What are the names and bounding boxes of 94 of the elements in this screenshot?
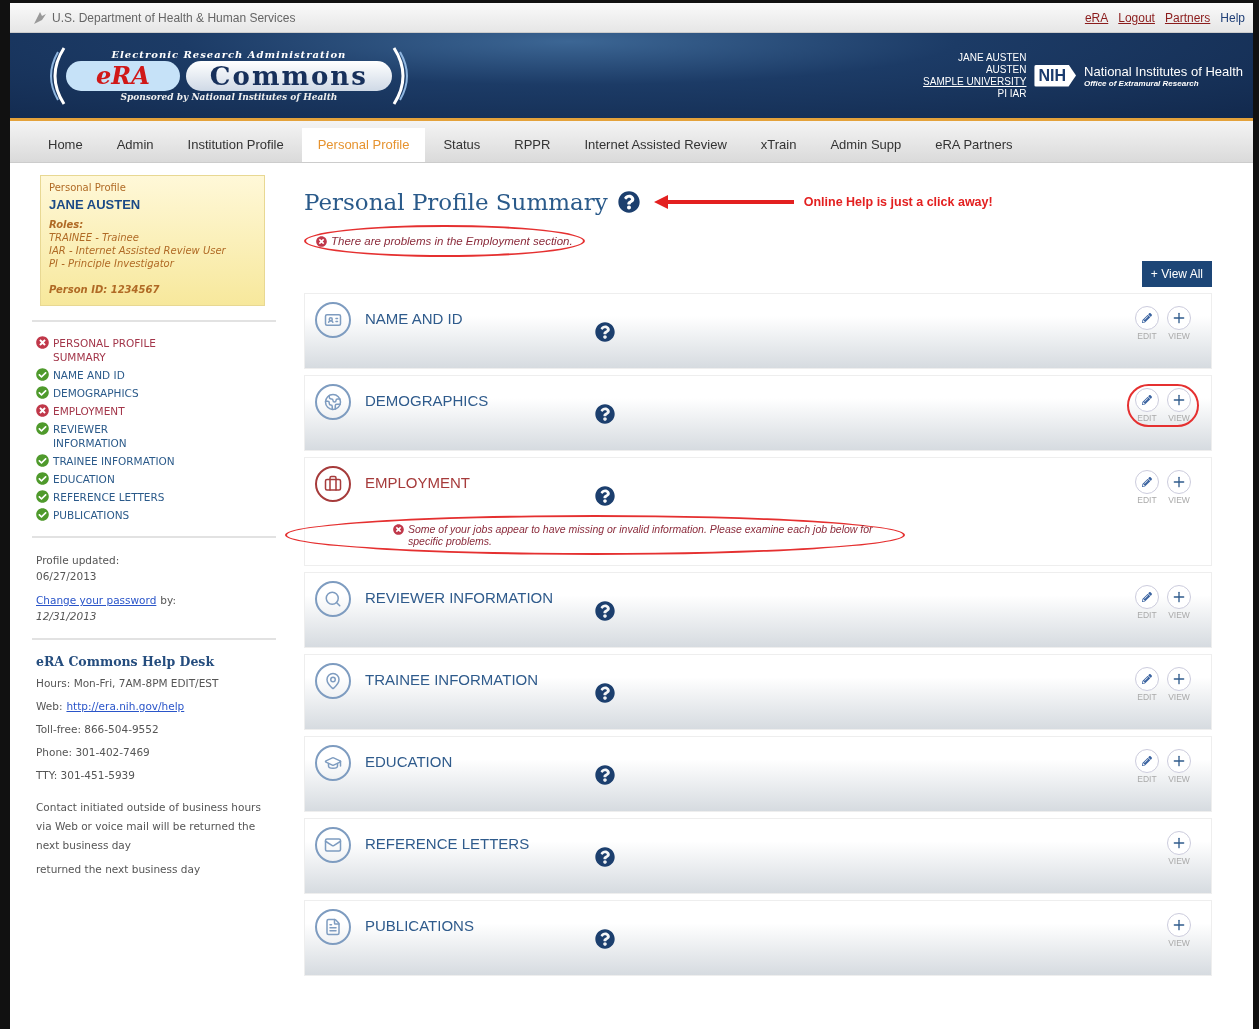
- help-icon[interactable]: [617, 191, 640, 213]
- plus-icon: [1167, 306, 1191, 330]
- pencil-icon: [1135, 470, 1159, 494]
- user-name: JANE AUSTEN: [958, 51, 1027, 64]
- help-icon[interactable]: [595, 847, 615, 867]
- user-surname: AUSTEN: [985, 63, 1027, 76]
- institution-link[interactable]: SAMPLE UNIVERSITY: [923, 75, 1027, 88]
- sidebar-link[interactable]: EMPLOYMENT: [36, 404, 278, 418]
- section-title: PUBLICATIONS: [365, 917, 475, 934]
- person-id: Person ID: 1234567: [49, 284, 161, 295]
- nav-tab[interactable]: Status: [427, 128, 497, 162]
- pencil-icon: [1135, 388, 1159, 412]
- annotation-text: Online Help is just a click away!: [803, 195, 993, 209]
- plus-icon: [1167, 667, 1191, 691]
- role-text: TRAINEE - Trainee: [49, 231, 140, 244]
- sidebar-link[interactable]: NAME AND ID: [36, 368, 278, 382]
- help-icon[interactable]: [595, 322, 615, 342]
- profile-name: JANE AUSTEN: [49, 197, 142, 212]
- nav-tab[interactable]: Internet Assisted Review: [568, 128, 743, 162]
- help-desk-line: Web:: [36, 699, 63, 714]
- help-desk-line: Toll-free: 866-504-9552: [36, 722, 159, 737]
- logo-name: Commons: [185, 61, 392, 91]
- sidebar-link[interactable]: TRAINEE INFORMATION: [36, 454, 278, 468]
- section-title: NAME AND ID: [365, 310, 464, 327]
- pencil-icon: [1135, 749, 1159, 773]
- plus-icon: [1167, 913, 1191, 937]
- logo-sponsor: Sponsored by National Institutes of Health: [120, 92, 338, 102]
- updated-date: 06/27/2013: [36, 569, 98, 584]
- help-icon[interactable]: [595, 683, 615, 703]
- help-desk-note: returned the next business day: [36, 862, 202, 877]
- nih-office: Office of Extramural Research: [1084, 78, 1200, 88]
- section-title: REVIEWER INFORMATION: [365, 589, 555, 606]
- plus-icon: [1167, 470, 1191, 494]
- updated-label: Profile updated:: [36, 553, 121, 568]
- help-icon[interactable]: [595, 929, 615, 949]
- plus-icon: [1167, 749, 1191, 773]
- nav-tab[interactable]: Home: [32, 128, 99, 162]
- nih-logo: NIH: [1034, 64, 1076, 87]
- password-link[interactable]: Change your password: [36, 592, 157, 608]
- top-link[interactable]: eRA: [1084, 10, 1109, 25]
- section-title: DEMOGRAPHICS: [365, 392, 490, 409]
- agency-name: U.S. Department of Health & Human Services: [52, 10, 296, 25]
- sidebar-link[interactable]: REFERENCE LETTERS: [36, 490, 278, 504]
- nih-name: National Institutes of Health: [1084, 63, 1243, 79]
- plus-icon: [1167, 388, 1191, 412]
- role-text: IAR - Internet Assisted Review User: [49, 244, 227, 257]
- help-icon[interactable]: [595, 765, 615, 785]
- help-desk-title: eRA Commons Help Desk: [36, 654, 216, 669]
- help-desk-line: Hours: Mon-Fri, 7AM-8PM EDIT/EST: [36, 676, 219, 691]
- plus-icon: [1167, 831, 1191, 855]
- help-icon[interactable]: [595, 404, 615, 424]
- section-title: TRAINEE INFORMATION: [365, 671, 540, 688]
- nav-tab[interactable]: xTrain: [744, 128, 813, 162]
- top-link[interactable]: Logout: [1118, 10, 1155, 25]
- error-icon: [393, 524, 404, 535]
- role-text: PI - Principle Investigator: [49, 257, 176, 270]
- nav-tab[interactable]: RPPR: [498, 128, 567, 162]
- error-message: Some of your jobs appear to have missing or invalid information. Please examine each job below for specific problems.: [285, 515, 905, 555]
- sidebar-link[interactable]: PERSONAL PROFILE SUMMARY: [36, 336, 278, 364]
- page-title: Personal Profile Summary: [304, 189, 608, 215]
- arrow-icon: [653, 195, 794, 209]
- logo-mark: eRA: [66, 61, 180, 91]
- help-desk-line: Phone: 301-402-7469: [36, 745, 150, 760]
- help-icon[interactable]: [595, 601, 615, 621]
- help-desk-note: Contact initiated outside of business hours via Web or voice mail will be returned the next business day: [36, 800, 262, 853]
- nav-tab[interactable]: eRA Partners: [919, 128, 1029, 162]
- top-link[interactable]: Help: [1220, 10, 1245, 25]
- plus-icon: [1167, 585, 1191, 609]
- pencil-icon: [1135, 306, 1159, 330]
- error-message: There are problems in the Employment section.: [304, 225, 585, 257]
- pencil-icon: [1135, 585, 1159, 609]
- password-suffix: by:: [160, 593, 176, 608]
- error-icon: [316, 236, 327, 247]
- section-title: REFERENCE LETTERS: [365, 835, 531, 852]
- sidebar-link[interactable]: REVIEWER INFORMATION: [36, 422, 278, 450]
- sidebar-link[interactable]: PUBLICATIONS: [36, 508, 278, 522]
- nav-tab[interactable]: Admin: [100, 128, 170, 162]
- view-all-button[interactable]: + View All: [1141, 261, 1212, 287]
- roles-label: Roles:: [49, 218, 85, 231]
- card-heading: Personal Profile: [49, 182, 127, 193]
- sidebar-link[interactable]: DEMOGRAPHICS: [36, 386, 278, 400]
- nav-tab[interactable]: Admin Supp: [814, 128, 918, 162]
- nav-tab[interactable]: Institution Profile: [171, 128, 300, 162]
- section-title: EMPLOYMENT: [365, 474, 471, 491]
- pencil-icon: [1135, 667, 1159, 691]
- user-roles: PI IAR: [997, 87, 1027, 100]
- logo-tagline: Electronic Research Administration: [111, 49, 347, 60]
- sidebar-link[interactable]: EDUCATION: [36, 472, 278, 486]
- section-title: EDUCATION: [365, 753, 454, 770]
- help-link[interactable]: http://era.nih.gov/help: [66, 698, 185, 714]
- help-icon[interactable]: [595, 486, 615, 506]
- password-date: 12/31/2013: [36, 609, 98, 624]
- help-desk-line: TTY: 301-451-5939: [36, 768, 135, 783]
- top-link[interactable]: Partners: [1164, 10, 1211, 25]
